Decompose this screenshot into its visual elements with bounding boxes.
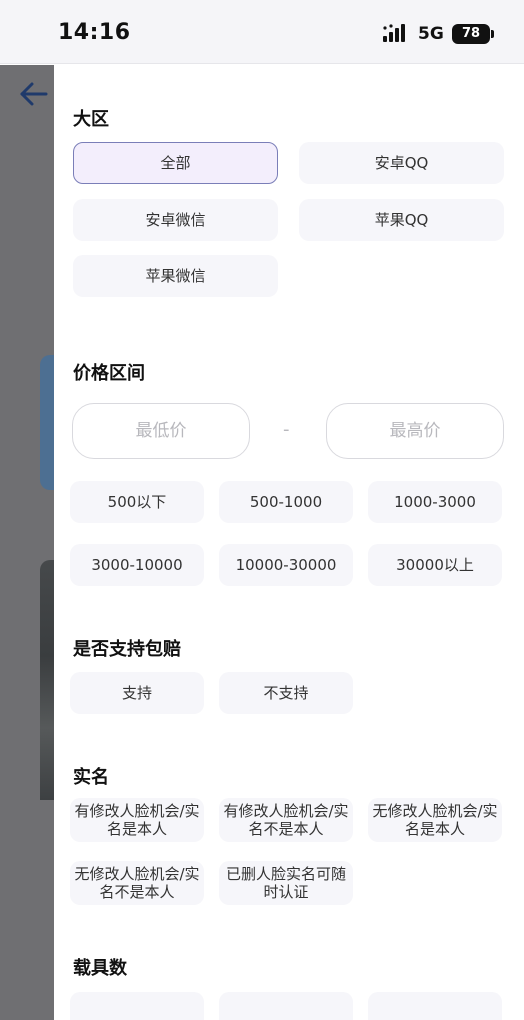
background-image xyxy=(40,560,54,800)
status-bar: 14:16 5G 78 xyxy=(0,0,524,64)
section-title-realname: 实名 xyxy=(73,767,109,788)
vehicle-option[interactable] xyxy=(219,992,353,1020)
battery-icon: 78 xyxy=(452,24,494,44)
region-option-android-qq[interactable]: 安卓QQ xyxy=(299,142,504,184)
price-range-option[interactable]: 3000-10000 xyxy=(70,544,204,586)
status-time: 14:16 xyxy=(58,20,131,45)
background-card xyxy=(40,355,54,490)
section-title-region: 大区 xyxy=(73,109,109,130)
realname-option[interactable]: 已删人脸实名可随时认证 xyxy=(219,861,353,905)
section-title-guarantee: 是否支持包赔 xyxy=(73,639,181,660)
signal-icon xyxy=(383,24,405,42)
price-range-option[interactable]: 10000-30000 xyxy=(219,544,353,586)
filter-drawer: 大区 全部 安卓QQ 安卓微信 苹果QQ 苹果微信 价格区间 - 500以下 5… xyxy=(54,65,524,1020)
price-range-option[interactable]: 30000以上 xyxy=(368,544,502,586)
battery-level: 78 xyxy=(461,26,481,41)
price-range-option[interactable]: 1000-3000 xyxy=(368,481,502,523)
price-separator: - xyxy=(283,419,290,440)
region-option-ios-wechat[interactable]: 苹果微信 xyxy=(73,255,278,297)
region-option-ios-qq[interactable]: 苹果QQ xyxy=(299,199,504,241)
realname-option[interactable]: 无修改人脸机会/实名不是本人 xyxy=(70,861,204,905)
guarantee-option-yes[interactable]: 支持 xyxy=(70,672,204,714)
vehicle-option[interactable] xyxy=(70,992,204,1020)
max-price-input[interactable] xyxy=(326,403,504,459)
realname-option[interactable]: 有修改人脸机会/实名是本人 xyxy=(70,798,204,842)
min-price-input[interactable] xyxy=(72,403,250,459)
section-title-price: 价格区间 xyxy=(73,363,145,384)
vehicle-option[interactable] xyxy=(368,992,502,1020)
region-option-all[interactable]: 全部 xyxy=(73,142,278,184)
background-page-overlay[interactable] xyxy=(0,65,54,1020)
realname-option[interactable]: 有修改人脸机会/实名不是本人 xyxy=(219,798,353,842)
guarantee-option-no[interactable]: 不支持 xyxy=(219,672,353,714)
back-arrow-icon[interactable] xyxy=(18,80,48,108)
section-title-vehicles: 载具数 xyxy=(73,958,127,979)
region-option-android-wechat[interactable]: 安卓微信 xyxy=(73,199,278,241)
network-type: 5G xyxy=(418,24,444,44)
price-range-option[interactable]: 500-1000 xyxy=(219,481,353,523)
realname-option[interactable]: 无修改人脸机会/实名是本人 xyxy=(368,798,502,842)
price-range-option[interactable]: 500以下 xyxy=(70,481,204,523)
